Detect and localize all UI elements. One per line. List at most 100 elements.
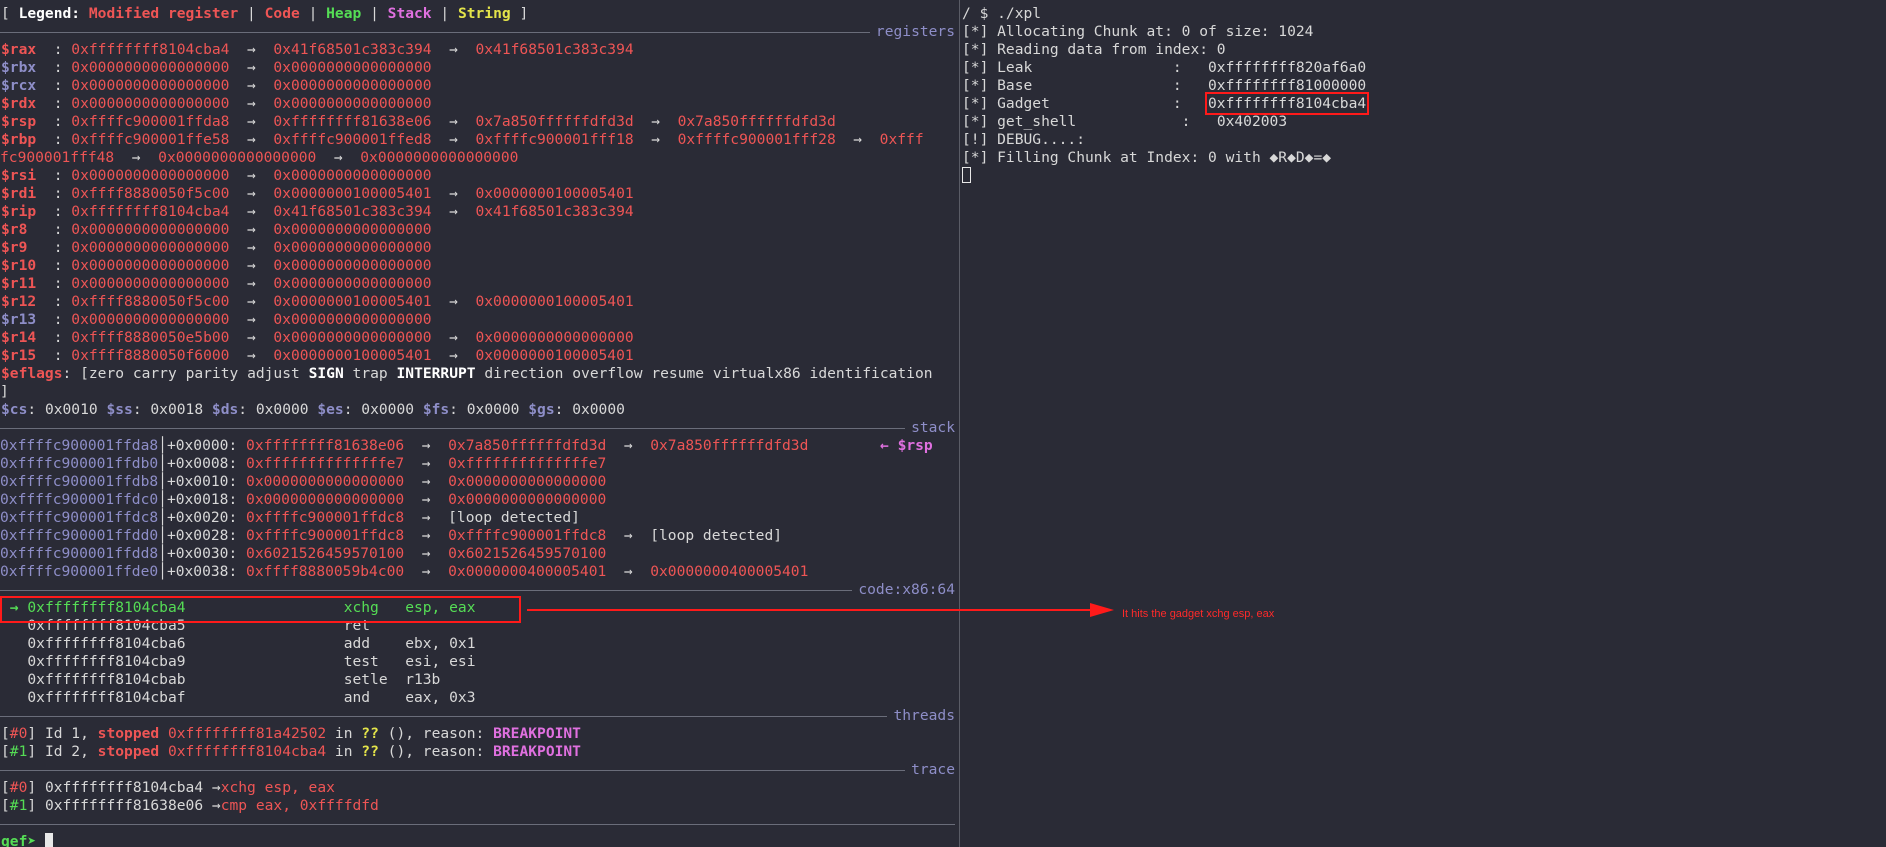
pointer-value: 0x7a850ffffffdfd3d	[650, 437, 809, 454]
trace-arrow: →	[203, 779, 221, 796]
pointer-value: 0x0000000000000000	[273, 59, 432, 76]
segment-name: $es	[317, 401, 344, 418]
register-row: $rdx : 0x0000000000000000 → 0x0000000000…	[1, 95, 432, 113]
pointer-value: 0xffffffff8104cba4	[71, 41, 230, 58]
register-name: $rcx	[1, 77, 45, 94]
pointer-value: 0x0000000000000000	[273, 257, 432, 274]
deref-arrow: →	[431, 203, 476, 220]
pointer-value: [loop detected]	[650, 527, 783, 544]
instruction: 0xffffffff8104cba6 add ebx, 0x1	[1, 635, 475, 653]
colon: :	[44, 347, 72, 364]
trace-address: 0xffffffff8104cba4	[44, 779, 204, 796]
deref-arrow: →	[229, 185, 274, 202]
stack-row: 0xffffc900001ffde0│+0x0038: 0xffff888005…	[0, 563, 808, 581]
section-title: code:x86:64	[852, 581, 955, 599]
terminal-value: 0xffffffff81000000	[1208, 77, 1367, 94]
stack-row: 0xffffc900001ffdc0│+0x0018: 0x0000000000…	[0, 491, 606, 509]
terminal-line: [*] Filling Chunk at Index: 0 with ◆R◆D◆…	[962, 149, 1331, 167]
thread-row: [#1] Id 2, stopped 0xffffffff8104cba4 in…	[1, 743, 581, 761]
deref-arrow: →	[229, 203, 274, 220]
in-word: in	[326, 725, 362, 742]
register-name: $r9	[1, 239, 45, 256]
deref-arrow: →	[606, 527, 651, 544]
deref-arrow: →	[633, 113, 678, 130]
deref-arrow: →	[229, 257, 274, 274]
colon: :	[44, 275, 72, 292]
instruction: 0xffffffff8104cbab setle r13b	[1, 671, 440, 689]
instruction: 0xffffffff8104cba9 test esi, esi	[1, 653, 475, 671]
stack-offset: +0x0030:	[166, 545, 247, 562]
terminal-line: / $ ./xpl	[962, 5, 1041, 23]
deref-arrow: →	[404, 491, 449, 508]
section-separator: registers	[0, 23, 955, 41]
section-separator: trace	[0, 761, 955, 779]
pointer-value: 0x0000000000000000	[448, 473, 607, 490]
separator-rule	[0, 428, 955, 429]
legend-sep: |	[299, 5, 327, 22]
register-row: $r10 : 0x0000000000000000 → 0x0000000000…	[1, 257, 432, 275]
stack-offset: +0x0000:	[166, 437, 247, 454]
legend-item: String	[457, 5, 511, 22]
terminal-text: [*] Gadget :	[962, 95, 1209, 112]
stack-address: 0xffffc900001ffdb0	[0, 455, 159, 472]
deref-arrow: →	[431, 347, 476, 364]
colon: :	[44, 131, 72, 148]
pc-marker	[10, 653, 28, 670]
deref-arrow: →	[404, 509, 449, 526]
terminal-line: [*] Reading data from index: 0	[962, 41, 1226, 59]
stack-row: 0xffffc900001ffdb0│+0x0008: 0xffffffffff…	[0, 455, 606, 473]
pointer-value: 0x0000000000000000	[71, 167, 230, 184]
segment-name: $ds	[211, 401, 239, 418]
pointer-value: 0xffffffffffffffe7	[246, 455, 405, 472]
eflag: identification	[809, 365, 933, 382]
pointer-value: 0x7a850ffffffdfd3d	[448, 437, 607, 454]
colon: :	[44, 203, 72, 220]
deref-arrow: →	[229, 77, 274, 94]
annotation-arrow-head	[1090, 603, 1114, 617]
deref-arrow: →	[431, 131, 476, 148]
register-row: $r11 : 0x0000000000000000 → 0x0000000000…	[1, 275, 432, 293]
operands: eax, 0x3	[405, 689, 476, 706]
terminal-cursor	[962, 167, 971, 183]
register-name: $r12	[1, 293, 45, 310]
separator-rule	[0, 590, 955, 591]
deref-arrow: →	[229, 167, 274, 184]
register-row: $rdi : 0xffff8880050f5c00 → 0x0000000100…	[1, 185, 634, 203]
pointer-value: 0xffffc900001ffda8	[71, 113, 230, 130]
gef-prompt[interactable]: gef➤	[1, 833, 53, 847]
thread-reason: BREAKPOINT	[493, 725, 581, 742]
bracket: [	[1, 743, 10, 760]
pointer-value: 0x0000000400005401	[448, 563, 607, 580]
colon: :	[44, 329, 72, 346]
pointer-value: 0x0000000000000000	[273, 239, 432, 256]
colon: :	[238, 401, 256, 418]
segment-value: 0x0000	[361, 401, 415, 418]
terminal-text: [*] Base :	[962, 77, 1209, 94]
pointer-value: 0x0000000000000000	[360, 149, 519, 166]
thread-id: Id 1,	[44, 725, 98, 742]
terminal-input[interactable]	[962, 167, 971, 185]
stack-bar: │	[158, 509, 167, 526]
stack-address: 0xffffc900001ffdd0	[0, 527, 159, 544]
legend-item: Heap	[326, 5, 362, 22]
deref-arrow: →	[229, 41, 274, 58]
bottom-rule	[0, 824, 955, 825]
thread-address: 0xffffffff81a42502	[167, 725, 327, 742]
pointer-value: 0x0000000000000000	[273, 167, 432, 184]
legend-item: Stack	[387, 5, 432, 22]
in-word: in	[326, 743, 362, 760]
annotation-label: It hits the gadget xchg esp, eax	[1122, 608, 1275, 620]
terminal-line: [*] get_shell : 0x402003	[962, 113, 1287, 131]
pointer-value: 0xffff8880050f6000	[71, 347, 230, 364]
stack-address: 0xffffc900001ffdd8	[0, 545, 159, 562]
register-name: $rdi	[1, 185, 45, 202]
pane-divider[interactable]	[959, 0, 960, 847]
stack-bar: │	[158, 437, 167, 454]
